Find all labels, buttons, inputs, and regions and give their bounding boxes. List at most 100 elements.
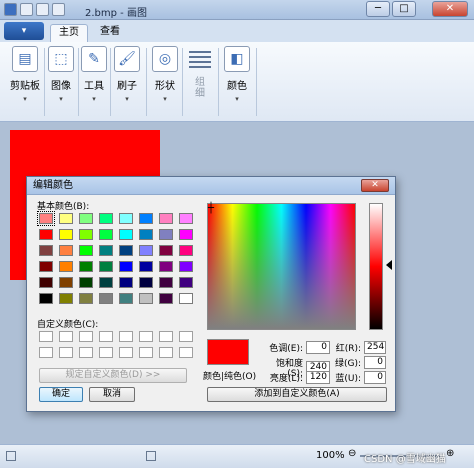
tab-home[interactable]: 主页 (50, 24, 88, 42)
custom-color-swatch[interactable] (39, 331, 53, 342)
basic-color-swatch[interactable] (179, 293, 193, 304)
luminance-arrow-icon[interactable] (386, 260, 392, 270)
basic-color-swatch[interactable] (139, 213, 153, 224)
basic-color-swatch[interactable] (79, 293, 93, 304)
basic-color-swatch[interactable] (99, 293, 113, 304)
paint-app-icon[interactable] (4, 3, 17, 16)
cursor-position-icon (6, 451, 16, 461)
basic-color-swatch[interactable] (59, 293, 73, 304)
undo-icon[interactable] (36, 3, 49, 16)
custom-color-swatch[interactable] (79, 347, 93, 358)
maximize-button[interactable]: □ (392, 1, 416, 17)
cancel-button[interactable]: 取消 (89, 387, 135, 402)
ribbon-group-size: 组 细 (186, 46, 214, 118)
basic-color-swatch[interactable] (39, 277, 53, 288)
custom-color-swatch[interactable] (159, 331, 173, 342)
basic-color-swatch[interactable] (159, 293, 173, 304)
basic-color-swatch[interactable] (119, 245, 133, 256)
basic-color-swatch[interactable] (99, 213, 113, 224)
basic-color-swatch[interactable] (59, 213, 73, 224)
basic-color-swatch[interactable] (39, 293, 53, 304)
basic-color-swatch[interactable] (39, 261, 53, 272)
add-to-custom-colors-button[interactable]: 添加到自定义颜色(A) (207, 387, 387, 402)
custom-color-swatch[interactable] (159, 347, 173, 358)
basic-color-swatch[interactable] (179, 277, 193, 288)
basic-color-swatch[interactable] (59, 261, 73, 272)
basic-color-swatch[interactable] (79, 245, 93, 256)
basic-color-swatch[interactable] (99, 277, 113, 288)
color-spectrum[interactable] (207, 203, 356, 330)
basic-color-swatch[interactable] (37, 211, 55, 226)
basic-color-swatch[interactable] (179, 261, 193, 272)
dialog-close-button[interactable]: ✕ (361, 179, 389, 192)
basic-color-swatch[interactable] (79, 213, 93, 224)
basic-color-swatch[interactable] (159, 245, 173, 256)
blue-input[interactable]: 0 (364, 371, 386, 384)
basic-color-swatch[interactable] (99, 229, 113, 240)
window-title: 2.bmp - 画图 (85, 8, 147, 19)
basic-color-swatch[interactable] (99, 261, 113, 272)
custom-color-swatch[interactable] (139, 347, 153, 358)
basic-color-swatch[interactable] (159, 213, 173, 224)
hue-input[interactable]: 0 (306, 341, 330, 354)
basic-color-swatch[interactable] (79, 229, 93, 240)
redo-icon[interactable] (52, 3, 65, 16)
basic-color-swatch[interactable] (139, 277, 153, 288)
custom-color-swatch[interactable] (59, 347, 73, 358)
lum-input[interactable]: 120 (306, 371, 330, 384)
ribbon-group-image[interactable]: ⬚ 图像 ▾ (46, 46, 76, 118)
basic-color-swatch[interactable] (119, 261, 133, 272)
ribbon-group-clipboard[interactable]: ▤ 剪贴板 ▾ (8, 46, 42, 118)
basic-color-swatch[interactable] (59, 277, 73, 288)
app-menu-button[interactable]: ▾ (4, 22, 44, 40)
basic-color-swatch[interactable] (59, 229, 73, 240)
custom-color-swatch[interactable] (39, 347, 53, 358)
ribbon-tab-bar: ▾ 主页 查看 (0, 20, 474, 42)
red-input[interactable]: 254 (364, 341, 386, 354)
basic-color-swatch[interactable] (39, 229, 53, 240)
zoom-in-icon[interactable]: ⊕ (446, 448, 454, 459)
custom-color-swatch[interactable] (139, 331, 153, 342)
basic-color-swatch[interactable] (139, 229, 153, 240)
ribbon-group-brushes[interactable]: 🖌 刷子 ▾ (112, 46, 142, 118)
basic-color-swatch[interactable] (139, 293, 153, 304)
custom-color-swatch[interactable] (179, 347, 193, 358)
basic-color-swatch[interactable] (179, 245, 193, 256)
basic-color-swatch[interactable] (139, 245, 153, 256)
basic-color-swatch[interactable] (59, 245, 73, 256)
basic-color-swatch[interactable] (159, 261, 173, 272)
minimize-button[interactable]: ─ (366, 1, 390, 17)
basic-color-swatch[interactable] (179, 213, 193, 224)
basic-color-swatch[interactable] (179, 229, 193, 240)
custom-color-swatch[interactable] (99, 331, 113, 342)
basic-color-swatch[interactable] (79, 261, 93, 272)
basic-color-swatch[interactable] (119, 293, 133, 304)
ok-button[interactable]: 确定 (39, 387, 83, 402)
basic-color-swatch[interactable] (159, 229, 173, 240)
custom-color-swatch[interactable] (99, 347, 113, 358)
custom-color-swatch[interactable] (59, 331, 73, 342)
basic-color-swatch[interactable] (139, 261, 153, 272)
custom-color-swatch[interactable] (119, 331, 133, 342)
basic-color-swatch[interactable] (99, 245, 113, 256)
basic-color-swatch[interactable] (79, 277, 93, 288)
ribbon-group-shapes[interactable]: ◎ 形状 ▾ (150, 46, 180, 118)
custom-color-swatch[interactable] (79, 331, 93, 342)
save-icon[interactable] (20, 3, 33, 16)
basic-color-swatch[interactable] (119, 277, 133, 288)
green-input[interactable]: 0 (364, 356, 386, 369)
zoom-out-icon[interactable]: ⊖ (348, 448, 356, 459)
color-preview (207, 339, 249, 365)
luminance-slider[interactable] (369, 203, 383, 330)
basic-color-swatch[interactable] (39, 245, 53, 256)
custom-color-swatch[interactable] (179, 331, 193, 342)
ribbon-group-colors[interactable]: ◧ 颜色 ▾ (222, 46, 252, 118)
basic-color-swatch[interactable] (119, 213, 133, 224)
custom-color-swatch[interactable] (119, 347, 133, 358)
define-custom-colors-button[interactable]: 规定自定义颜色(D) >> (39, 368, 187, 383)
basic-color-swatch[interactable] (159, 277, 173, 288)
tab-view[interactable]: 查看 (92, 24, 128, 42)
basic-color-swatch[interactable] (119, 229, 133, 240)
close-button[interactable]: ✕ (432, 1, 468, 17)
ribbon-group-tools[interactable]: ✎ 工具 ▾ (80, 46, 108, 118)
